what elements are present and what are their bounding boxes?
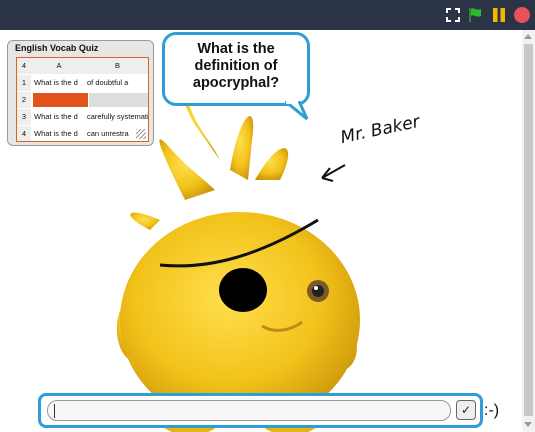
green-flag-icon[interactable]: [467, 7, 483, 23]
bubble-line-1: What is the: [197, 41, 275, 57]
list-row: 4 What is the d can unrestra: [17, 126, 148, 141]
row-index: 2: [17, 92, 31, 108]
speech-bubble: What is the definition of apocryphal?: [162, 32, 310, 106]
row-cell-a: What is the d: [34, 112, 78, 121]
list-monitor-title: English Vocab Quiz: [15, 43, 99, 53]
fullscreen-icon[interactable]: [445, 7, 461, 23]
list-row: 2: [17, 92, 148, 108]
row-cell-b: of doubtful a: [87, 78, 129, 87]
list-monitor[interactable]: English Vocab Quiz 4 A B 1 What is the d…: [7, 40, 154, 146]
pause-icon[interactable]: [491, 7, 507, 23]
row-cell-a-editing[interactable]: [33, 93, 88, 107]
list-header-row: 4 A B: [17, 58, 148, 74]
scroll-up-icon[interactable]: [524, 34, 532, 39]
list-grid: 4 A B 1 What is the d of doubtful a 2 3 …: [16, 57, 149, 142]
row-cell-b: [89, 93, 148, 107]
resize-handle-icon[interactable]: [136, 129, 146, 139]
answer-input[interactable]: [47, 400, 451, 421]
scrollbar-thumb[interactable]: [524, 44, 533, 416]
list-row: 1 What is the d of doubtful a: [17, 75, 148, 91]
row-index: 1: [17, 75, 31, 91]
bubble-line-3: apocryphal?: [192, 75, 280, 91]
list-row: 3 What is the d carefully systematic: [17, 109, 148, 125]
column-b-header: B: [87, 58, 148, 74]
vertical-scrollbar[interactable]: [522, 30, 535, 432]
column-a-header: A: [31, 58, 87, 74]
bubble-line-2: definition of: [194, 58, 278, 74]
stop-icon[interactable]: [514, 7, 530, 23]
text-caret: [54, 404, 55, 418]
row-index: 4: [17, 126, 31, 141]
svg-text::-): :-): [484, 402, 499, 419]
answer-prompt: ✓: [38, 393, 483, 428]
speech-bubble-tail: [285, 101, 309, 121]
row-cell-a: What is the d: [34, 129, 78, 138]
row-index: 3: [17, 109, 31, 125]
submit-button[interactable]: ✓: [456, 400, 476, 420]
stage-toolbar: [0, 0, 535, 30]
row-cell-b: carefully systematic: [87, 112, 148, 121]
row-count: 4: [17, 58, 31, 74]
row-cell-a: What is the d: [34, 78, 78, 87]
scroll-down-icon[interactable]: [524, 422, 532, 427]
